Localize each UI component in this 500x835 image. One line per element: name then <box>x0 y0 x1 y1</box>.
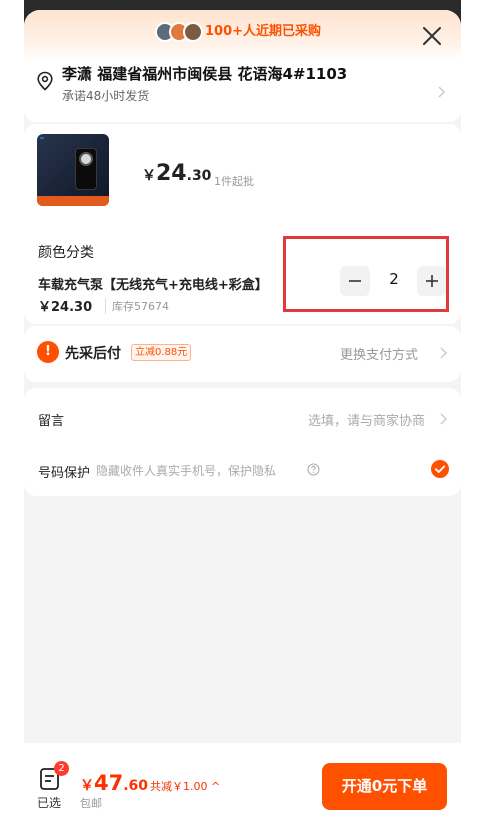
close-icon <box>423 27 441 45</box>
help-circle-icon[interactable] <box>307 463 320 476</box>
phone-protect-hint: 隐藏收件人真实手机号，保护隐私 <box>96 464 277 478</box>
chevron-right-icon <box>438 86 446 98</box>
chevron-right-icon <box>440 413 448 425</box>
pay-later-icon: ! <box>37 341 59 363</box>
recent-purchase-text: 100+人近期已采购 <box>205 24 322 39</box>
price-currency: ￥ <box>142 168 156 184</box>
total-decimal: .60 <box>123 778 149 794</box>
cart-count-badge: 2 <box>54 761 69 776</box>
remark-input[interactable]: 选填，请与商家协商 <box>308 410 425 429</box>
thumbnail-banner-graphic <box>37 196 109 206</box>
order-sheet: 100+人近期已采购 李潇 福建省福州市闽侯县 花语海4#1103 承诺48小时… <box>24 10 461 835</box>
discount-summary-toggle[interactable]: 共减￥1.00 ^ <box>150 778 220 794</box>
remark-card: 留言 选填，请与商家协商 号码保护 隐藏收件人真实手机号，保护隐私 <box>24 388 461 496</box>
product-price: ￥24.30 <box>142 160 211 190</box>
avatar <box>183 22 203 42</box>
selected-items-button[interactable]: 2 已选 <box>37 761 69 811</box>
remark-label: 留言 <box>38 414 65 429</box>
product-thumbnail[interactable] <box>37 134 109 206</box>
stock-count: 库存57674 <box>105 298 169 314</box>
check-circle-icon[interactable] <box>431 460 449 478</box>
gauge-graphic <box>79 152 93 166</box>
address-text: 李潇 福建省福州市闽侯县 花语海4#1103 <box>62 65 348 83</box>
color-category-label: 颜色分类 <box>38 245 94 261</box>
close-button[interactable] <box>420 24 444 48</box>
variant-name[interactable]: 车载充气泵【无线充气+充电线+彩盒】 <box>38 274 268 293</box>
min-batch-text: 1件起批 <box>214 175 254 188</box>
change-payment-link[interactable]: 更换支付方式 <box>340 344 418 363</box>
price-decimal: .30 <box>186 168 212 184</box>
selected-label: 已选 <box>37 796 62 810</box>
location-pin-icon <box>37 71 53 91</box>
buyer-avatars <box>155 22 203 42</box>
place-order-button[interactable]: 开通0元下单 <box>322 763 447 810</box>
checkout-bar: 2 已选 ￥47.60 共减￥1.00 ^ 包邮 开通0元下单 <box>24 743 461 835</box>
chevron-right-icon <box>440 347 448 359</box>
quantity-highlight-box <box>283 236 449 312</box>
pay-later-label: 先采后付 <box>65 346 121 362</box>
sheet-header: 100+人近期已采购 <box>24 10 461 60</box>
pay-discount-badge: 立减0.88元 <box>131 344 192 361</box>
total-currency: ￥ <box>80 778 94 794</box>
variant-price: ￥24.30 <box>38 300 93 315</box>
thumbnail-tag-graphic <box>40 137 44 139</box>
shipping-label: 包邮 <box>80 797 102 810</box>
payment-method-card[interactable]: ! 先采后付 立减0.88元 更换支付方式 <box>24 326 461 382</box>
phone-protect-label: 号码保护 <box>38 466 91 481</box>
address-card[interactable]: 李潇 福建省福州市闽侯县 花语海4#1103 承诺48小时发货 <box>24 60 461 122</box>
total-integer: 47 <box>94 771 124 795</box>
total-price: ￥47.60 <box>80 771 148 798</box>
price-integer: 24 <box>156 161 187 186</box>
shipping-promise: 承诺48小时发货 <box>62 89 150 103</box>
